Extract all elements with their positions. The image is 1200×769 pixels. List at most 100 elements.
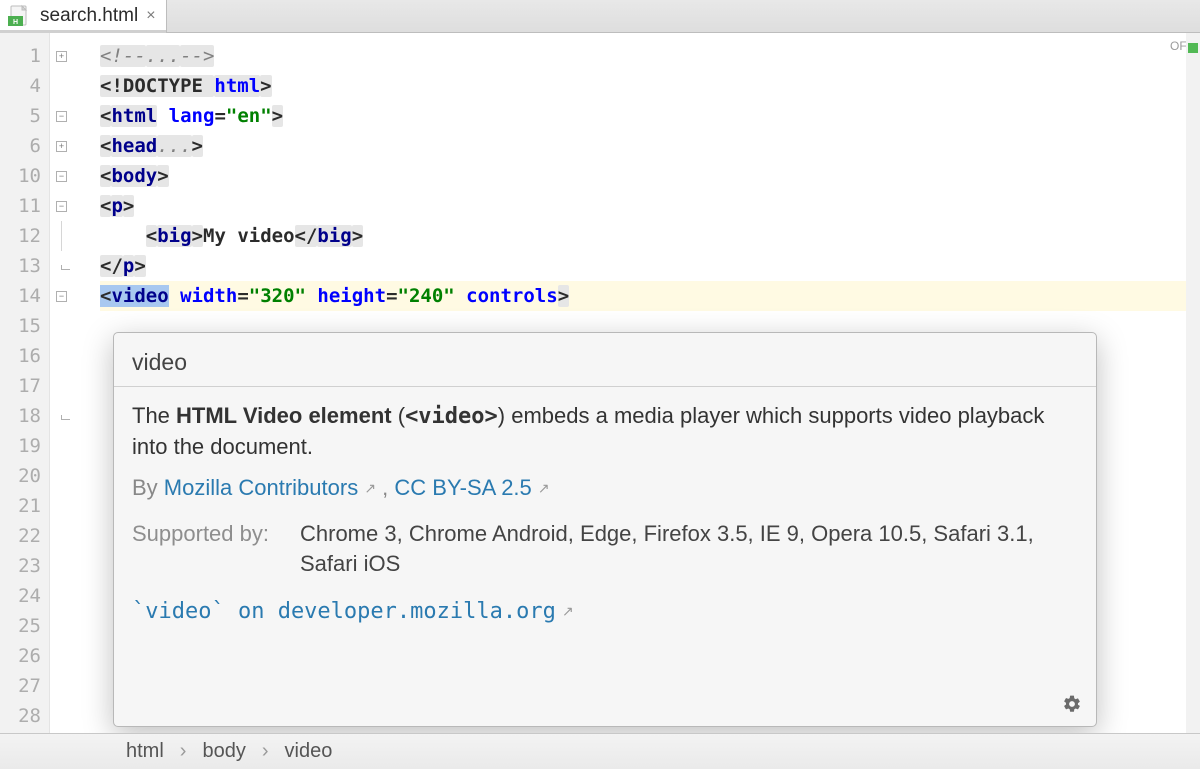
doc-text: By (132, 475, 164, 500)
doc-text: , (376, 475, 394, 500)
doc-element-name: video (132, 347, 1078, 378)
line-number: 15 (0, 311, 49, 341)
code-token: p (123, 255, 134, 277)
breadcrumb-item[interactable]: video (279, 740, 339, 763)
code-token: --> (180, 45, 214, 67)
code-token: > (192, 225, 203, 247)
code-token: html (214, 75, 260, 97)
line-number: 26 (0, 641, 49, 671)
code-token: ... (146, 45, 180, 67)
doc-code-token: <video> (405, 404, 498, 429)
close-tab-icon[interactable]: × (146, 7, 155, 25)
fold-toggle-icon[interactable] (56, 141, 67, 152)
line-number: 20 (0, 461, 49, 491)
quick-documentation-popup: video The HTML Video element (<video>) e… (113, 332, 1097, 727)
code-token: body (111, 165, 157, 187)
code-token: > (123, 195, 134, 217)
file-tab[interactable]: H search.html × (0, 0, 167, 32)
fold-toggle-icon[interactable] (56, 51, 67, 62)
svg-text:H: H (13, 19, 18, 26)
mozilla-contributors-link[interactable]: Mozilla Contributors (164, 475, 358, 500)
line-number: 18 (0, 401, 49, 431)
line-number: 11 (0, 191, 49, 221)
line-number: 6 (0, 131, 49, 161)
code-token: lang (169, 105, 215, 127)
doc-attribution: By Mozilla Contributors ↗ , CC BY-SA 2.5… (132, 473, 1078, 503)
code-token: "240" (398, 285, 455, 307)
code-token: <!-- (100, 45, 146, 67)
code-token: > (260, 75, 271, 97)
line-number: 28 (0, 701, 49, 731)
line-number: 5 (0, 101, 49, 131)
code-token: html (111, 105, 157, 127)
line-number: 22 (0, 521, 49, 551)
code-token: > (192, 135, 203, 157)
chevron-right-icon: › (170, 740, 197, 763)
line-number: 25 (0, 611, 49, 641)
doc-external-reference: `video` on developer.mozilla.org ↗ (132, 596, 1078, 627)
line-number: 16 (0, 341, 49, 371)
code-token: </ (295, 225, 318, 247)
breadcrumb: html › body › video (0, 733, 1200, 769)
code-token: > (157, 165, 168, 187)
code-token: controls (466, 285, 558, 307)
doc-text: The (132, 403, 176, 428)
code-token: "320" (249, 285, 306, 307)
code-token: big (157, 225, 191, 247)
line-number: 23 (0, 551, 49, 581)
doc-text: HTML Video element (176, 403, 392, 428)
supported-by-value: Chrome 3, Chrome Android, Edge, Firefox … (300, 519, 1078, 578)
external-link-icon: ↗ (562, 603, 574, 619)
code-token: < (100, 135, 111, 157)
fold-gutter (50, 33, 100, 733)
breadcrumb-item[interactable]: html (120, 740, 170, 763)
code-token: head (111, 135, 157, 157)
fold-toggle-icon[interactable] (56, 291, 67, 302)
code-token: < (100, 195, 111, 217)
fold-end-icon (61, 415, 70, 420)
line-number: 12 (0, 221, 49, 251)
chevron-right-icon: › (252, 740, 279, 763)
code-token: < (100, 105, 111, 127)
line-number: 14 (0, 281, 49, 311)
code-token: height (317, 285, 386, 307)
code-token: video (111, 285, 168, 307)
doc-text: ( (392, 403, 405, 428)
line-number-gutter: 1 4 5 6 10 11 12 13 14 15 16 17 18 19 20… (0, 33, 50, 733)
external-link-icon: ↗ (364, 480, 376, 496)
license-link[interactable]: CC BY-SA 2.5 (394, 475, 531, 500)
fold-toggle-icon[interactable] (56, 171, 67, 182)
code-token: > (272, 105, 283, 127)
code-token: My video (203, 225, 295, 247)
line-number: 4 (0, 71, 49, 101)
line-number: 13 (0, 251, 49, 281)
tab-filename: search.html (40, 5, 138, 27)
gear-icon[interactable] (1062, 694, 1082, 714)
error-stripe[interactable] (1186, 33, 1200, 733)
code-token: width (180, 285, 237, 307)
line-number: 1 (0, 41, 49, 71)
code-token: ... (157, 135, 191, 157)
line-number: 27 (0, 671, 49, 701)
doc-browser-support: Supported by: Chrome 3, Chrome Android, … (132, 519, 1078, 578)
line-number: 17 (0, 371, 49, 401)
code-token: p (111, 195, 122, 217)
code-token: < (146, 225, 157, 247)
code-token: </ (100, 255, 123, 277)
code-token: big (317, 225, 351, 247)
tab-bar: H search.html × (0, 0, 1200, 33)
fold-toggle-icon[interactable] (56, 111, 67, 122)
external-link-icon: ↗ (538, 480, 550, 496)
fold-toggle-icon[interactable] (56, 201, 67, 212)
code-token: > (558, 285, 569, 307)
supported-by-label: Supported by: (132, 519, 272, 578)
code-token: "en" (226, 105, 272, 127)
mdn-link[interactable]: `video` on developer.mozilla.org (132, 598, 556, 623)
breadcrumb-item[interactable]: body (196, 740, 251, 763)
code-token: > (352, 225, 363, 247)
code-token: > (134, 255, 145, 277)
line-number: 24 (0, 581, 49, 611)
code-token: < (100, 285, 111, 307)
inspection-status-icon[interactable] (1188, 43, 1198, 53)
fold-end-icon (61, 265, 70, 270)
